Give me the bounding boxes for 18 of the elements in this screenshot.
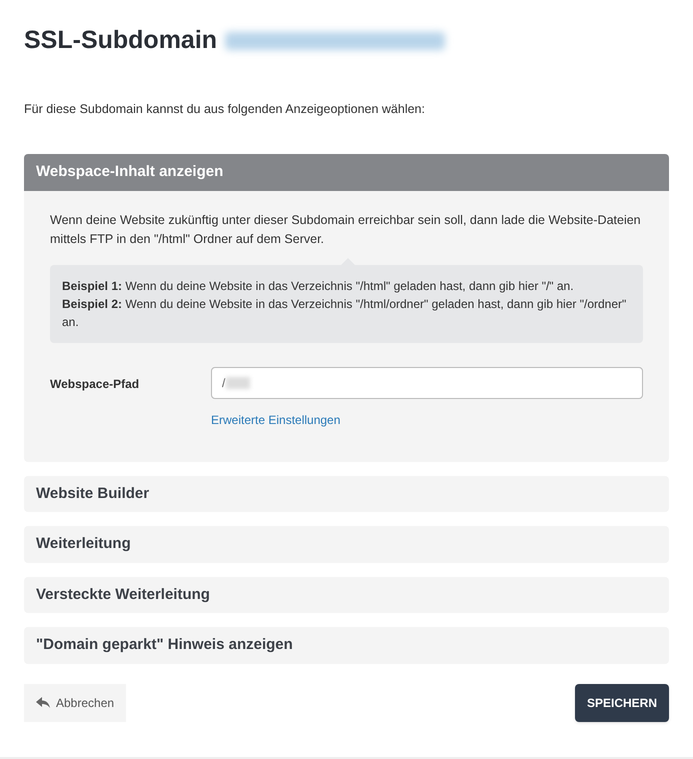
reply-arrow-icon — [36, 697, 50, 708]
section-header[interactable]: Website Builder — [24, 476, 669, 512]
page-title: SSL-Subdomain — [24, 25, 218, 56]
section-header[interactable]: Webspace-Inhalt anzeigen — [24, 154, 669, 191]
example-text: Beispiel 1: Wenn du deine Website in das Verzeichnis "/html" geladen hast, dann gib hier "/" an. — [62, 278, 575, 295]
advanced-settings-link[interactable]: Erweiterte Einstellungen — [211, 410, 340, 429]
section-header[interactable]: Weiterleitung — [24, 526, 669, 563]
field-value: / — [222, 374, 226, 392]
redacted-mark — [226, 376, 250, 389]
intro-text: Für diese Subdomain kannst du aus folgenden Anzeigeoptionen wählen: — [24, 100, 426, 118]
field-label: Webspace-Pfad — [50, 376, 140, 393]
example-text: Beispiel 2: Wenn du deine Website in das Verzeichnis "/html/ordner" geladen hast, dann gib hier "/ordner" an. — [62, 296, 628, 331]
section-header[interactable]: "Domain geparkt" Hinweis anzeigen — [24, 627, 669, 664]
section-description: Wenn deine Website zukünftig unter dieser Subdomain erreichbar sein soll, dann lade die Website-Dateien mittels FTP in den "/html" Ordner auf dem Server. — [50, 212, 642, 248]
cancel-button[interactable]: Abbrechen — [24, 684, 126, 722]
save-button[interactable]: SPEICHERN — [574, 684, 669, 722]
path-field[interactable]: / — [211, 366, 643, 399]
section-header[interactable]: Versteckte Weiterleitung — [24, 576, 669, 614]
